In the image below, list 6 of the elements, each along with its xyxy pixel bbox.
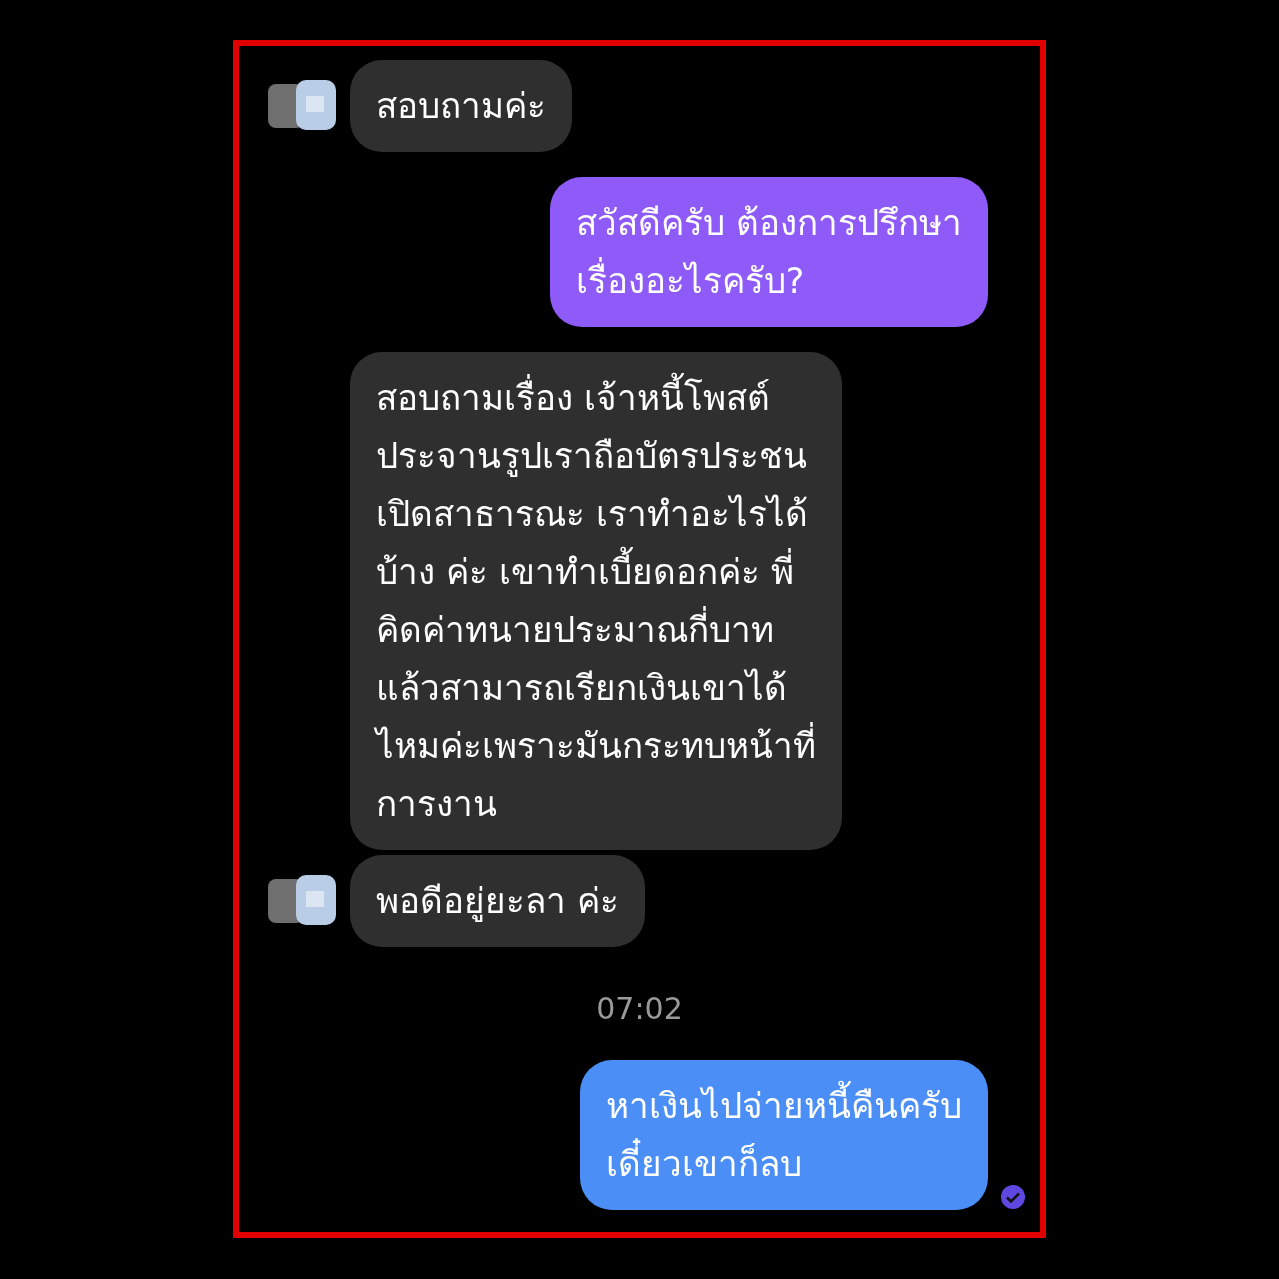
timestamp: 07:02	[596, 991, 683, 1026]
message-bubble: สอบถามเรื่อง เจ้าหนี้โพสต์ ประจานรูปเราถือบัตรประชน เปิดสาธารณะ เราทำอะไรได้ บ้าง ค่ะ เขาทำเบี้ยดอกค่ะ พี่ คิดค่าทนายประมาณกี่บาท แล้วสามารถเรียกเงินเขาได้ ไหมค่ะเพราะมันกระทบหน้าที่ การงาน	[350, 352, 842, 850]
message-bubble: พอดีอยู่ยะลา ค่ะ	[350, 855, 646, 947]
message-bubble: หาเงินไปจ่ายหนี้คืนครับ เดี๋ยวเขาก็ลบ	[580, 1060, 988, 1210]
message-bubble: สอบถามค่ะ	[350, 60, 572, 152]
message-bubble: สวัสดีครับ ต้องการปรึกษา เรื่องอะไรครับ?	[549, 177, 988, 327]
